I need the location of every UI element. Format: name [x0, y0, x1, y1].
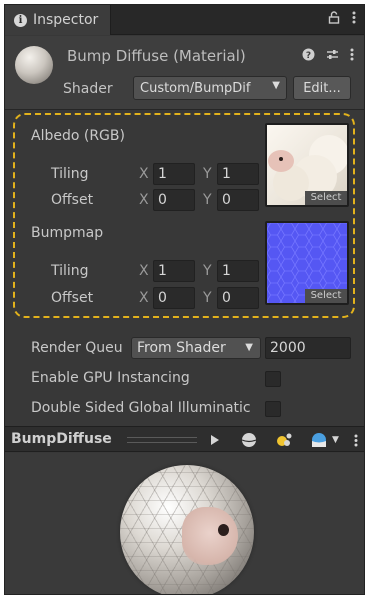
albedo-offset-x-field[interactable]: 0 — [153, 189, 195, 211]
material-preview-area[interactable] — [5, 453, 364, 594]
lock-icon[interactable] — [328, 11, 340, 28]
albedo-tiling-y-label: Y — [203, 166, 212, 182]
render-queue-dropdown[interactable]: From Shader ▼ — [131, 337, 261, 359]
preview-title: BumpDiffuse — [11, 431, 112, 447]
sphere-texture-eye — [218, 524, 229, 536]
sphere-icon[interactable] — [237, 430, 261, 450]
tab-bar: i Inspector — [5, 5, 364, 35]
kebab-menu-icon[interactable] — [350, 48, 354, 65]
render-queue-value-field[interactable]: 2000 — [265, 337, 351, 359]
help-icon[interactable]: ? — [302, 48, 315, 65]
sphere-texture-detail — [182, 507, 238, 565]
bumpmap-select-button[interactable]: Select — [305, 289, 347, 303]
shader-dropdown[interactable]: Custom/BumpDif ▼ — [133, 76, 287, 100]
light-icon[interactable] — [271, 430, 297, 450]
tab-inspector[interactable]: i Inspector — [5, 5, 111, 35]
svg-text:?: ? — [306, 51, 311, 61]
material-properties: Albedo (RGB) Tiling X 1 Y 1 Offset X 0 Y… — [5, 111, 364, 423]
chevron-down-icon: ▼ — [332, 435, 339, 445]
bumpmap-tiling-label: Tiling — [51, 263, 89, 279]
settings-icon[interactable] — [326, 48, 339, 65]
bumpmap-offset-x-label: X — [139, 290, 149, 306]
gpu-instancing-label: Enable GPU Instancing — [31, 370, 190, 386]
material-header: Bump Diffuse (Material) ? Shader Custom/… — [5, 36, 364, 110]
albedo-offset-y-label: Y — [203, 192, 212, 208]
albedo-offset-label: Offset — [51, 192, 94, 208]
albedo-select-button[interactable]: Select — [305, 191, 347, 205]
bumpmap-tiling-x-field[interactable]: 1 — [153, 260, 195, 282]
render-queue-mode: From Shader — [137, 340, 226, 356]
preview-toolbar: BumpDiffuse ▼ — [5, 426, 364, 452]
bumpmap-tiling-y-field[interactable]: 1 — [217, 260, 259, 282]
bumpmap-offset-x-field[interactable]: 0 — [153, 287, 195, 309]
chevron-down-icon: ▼ — [272, 80, 280, 91]
kebab-menu-icon[interactable] — [351, 430, 361, 450]
albedo-offset-y-field[interactable]: 0 — [217, 189, 259, 211]
material-title: Bump Diffuse (Material) — [67, 47, 246, 65]
albedo-tiling-x-field[interactable]: 1 — [153, 163, 195, 185]
bumpmap-offset-y-label: Y — [203, 290, 212, 306]
play-icon[interactable] — [205, 430, 225, 450]
render-queue-label: Render Queu — [31, 340, 123, 356]
chevron-down-icon: ▼ — [245, 342, 253, 353]
bumpmap-texture-slot[interactable]: Select — [265, 221, 349, 305]
bumpmap-offset-y-field[interactable]: 0 — [217, 287, 259, 309]
material-thumbnail — [15, 46, 53, 84]
info-icon: i — [14, 13, 27, 27]
kebab-menu-icon[interactable] — [352, 11, 356, 28]
albedo-texture-slot[interactable]: Select — [265, 123, 349, 207]
albedo-tiling-y-field[interactable]: 1 — [217, 163, 259, 185]
tab-tools — [328, 11, 356, 28]
bumpmap-offset-label: Offset — [51, 290, 94, 306]
albedo-tiling-label: Tiling — [51, 166, 89, 182]
bumpmap-tiling-x-label: X — [139, 263, 149, 279]
preview-drag-handle[interactable] — [127, 437, 197, 443]
double-sided-gi-checkbox[interactable] — [265, 401, 281, 417]
bumpmap-tiling-y-label: Y — [203, 263, 212, 279]
edit-shader-button[interactable]: Edit... — [293, 76, 351, 100]
gpu-instancing-checkbox[interactable] — [265, 371, 281, 387]
albedo-tiling-x-label: X — [139, 166, 149, 182]
preview-sphere — [120, 465, 254, 594]
skybox-icon[interactable]: ▼ — [307, 430, 343, 450]
header-icons: ? — [302, 48, 354, 65]
tab-label: Inspector — [33, 12, 99, 28]
shader-value: Custom/BumpDif — [140, 80, 251, 96]
double-sided-gi-label: Double Sided Global Illuminatic — [31, 400, 251, 416]
albedo-offset-x-label: X — [139, 192, 149, 208]
inspector-window: i Inspector Bump Diffuse (Material) ? Sh… — [4, 4, 365, 595]
shader-label: Shader — [63, 81, 113, 97]
albedo-label: Albedo (RGB) — [31, 128, 125, 144]
bumpmap-label: Bumpmap — [31, 225, 104, 241]
